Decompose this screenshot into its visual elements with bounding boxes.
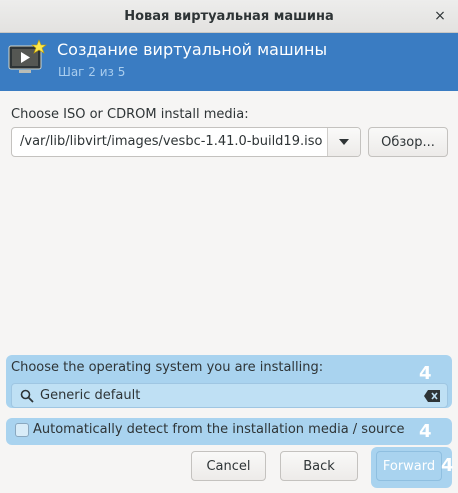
dropdown-toggle[interactable] bbox=[327, 128, 360, 156]
wizard-banner: Создание виртуальной машины Шаг 2 из 5 bbox=[0, 33, 458, 91]
monitor-star-icon bbox=[8, 39, 47, 73]
auto-detect-checkbox[interactable] bbox=[15, 423, 29, 437]
annotation-badge-os: 4 bbox=[419, 363, 432, 384]
annotation-badge-forward: 4 bbox=[441, 455, 454, 476]
wizard-heading: Создание виртуальной машины bbox=[57, 40, 328, 59]
install-media-combo[interactable]: /var/lib/libvirt/images/vesbc-1.41.0-bui… bbox=[11, 127, 361, 157]
install-media-label: Choose ISO or CDROM install media: bbox=[11, 107, 249, 122]
os-search-value[interactable]: Generic default bbox=[40, 388, 140, 403]
annotation-badge-auto-detect: 4 bbox=[419, 421, 432, 442]
clear-icon[interactable] bbox=[424, 390, 440, 402]
auto-detect-label[interactable]: Automatically detect from the installati… bbox=[33, 422, 404, 437]
install-media-path[interactable]: /var/lib/libvirt/images/vesbc-1.41.0-bui… bbox=[12, 128, 327, 156]
search-icon bbox=[20, 389, 34, 403]
os-select-label: Choose the operating system you are inst… bbox=[11, 360, 324, 375]
wizard-step-indicator: Шаг 2 из 5 bbox=[58, 65, 126, 79]
close-icon[interactable]: × bbox=[432, 8, 448, 24]
browse-button[interactable]: Обзор... bbox=[368, 127, 448, 157]
back-button[interactable]: Back bbox=[280, 451, 358, 481]
title-bar: Новая виртуальная машина × bbox=[0, 0, 458, 33]
os-search-field[interactable]: Generic default bbox=[11, 383, 448, 408]
window-title: Новая виртуальная машина bbox=[124, 8, 334, 24]
forward-button[interactable]: Forward bbox=[376, 451, 442, 481]
cancel-button[interactable]: Cancel bbox=[191, 451, 266, 481]
chevron-down-icon bbox=[339, 139, 349, 145]
